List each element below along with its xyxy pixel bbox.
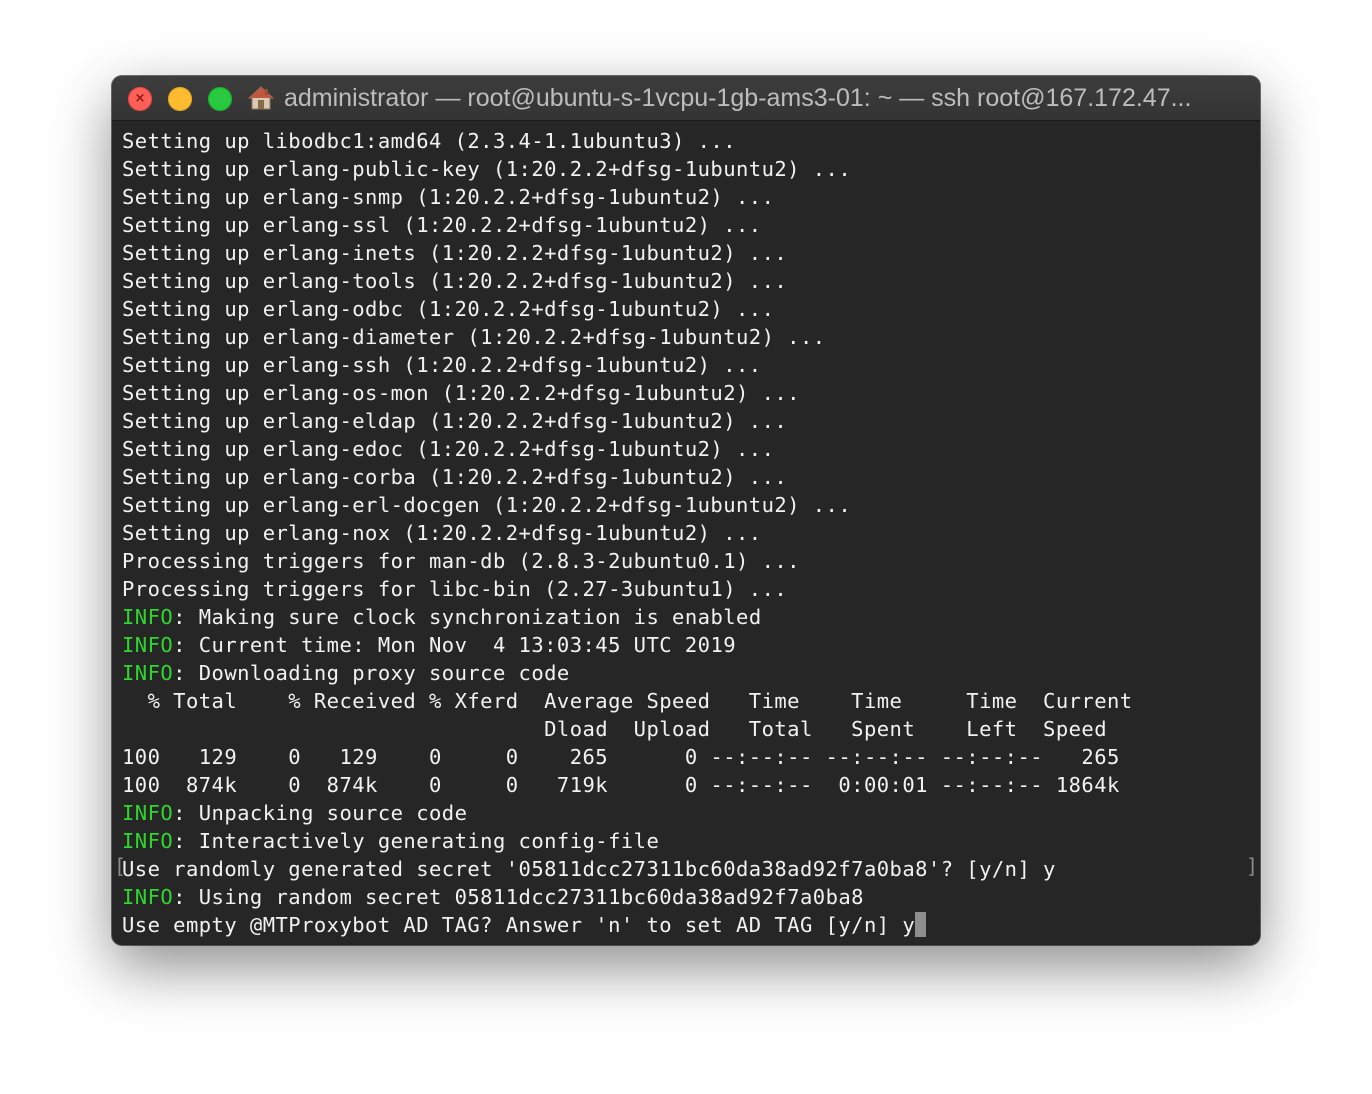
- terminal-line-text: : Making sure clock synchronization is e…: [173, 605, 762, 629]
- terminal-line: Setting up erlang-public-key (1:20.2.2+d…: [122, 155, 1260, 183]
- terminal-line: Setting up libodbc1:amd64 (2.3.4-1.1ubun…: [122, 127, 1260, 155]
- terminal-line: Setting up erlang-os-mon (1:20.2.2+dfsg-…: [122, 379, 1260, 407]
- maximize-button[interactable]: [208, 87, 232, 111]
- terminal-line: INFO: Using random secret 05811dcc27311b…: [122, 883, 1260, 911]
- terminal-line-text: Dload Upload Total Spent Left Speed: [122, 717, 1107, 741]
- info-tag: INFO: [122, 605, 174, 629]
- terminal-line-text: Use randomly generated secret '05811dcc2…: [122, 857, 1056, 881]
- terminal-line: 100 874k 0 874k 0 0 719k 0 --:--:-- 0:00…: [122, 771, 1260, 799]
- terminal-line: INFO: Current time: Mon Nov 4 13:03:45 U…: [122, 631, 1260, 659]
- terminal-line-text: Setting up erlang-inets (1:20.2.2+dfsg-1…: [122, 241, 788, 265]
- terminal-line-text: Setting up erlang-eldap (1:20.2.2+dfsg-1…: [122, 409, 788, 433]
- home-icon: [248, 86, 274, 110]
- terminal-line: Setting up erlang-erl-docgen (1:20.2.2+d…: [122, 491, 1260, 519]
- terminal-line-text: 100 874k 0 874k 0 0 719k 0 --:--:-- 0:00…: [122, 773, 1120, 797]
- terminal-line: Setting up erlang-corba (1:20.2.2+dfsg-1…: [122, 463, 1260, 491]
- terminal-line: Setting up erlang-tools (1:20.2.2+dfsg-1…: [122, 267, 1260, 295]
- selection-bracket-right: ]: [1245, 854, 1258, 878]
- terminal-line: Setting up erlang-odbc (1:20.2.2+dfsg-1u…: [122, 295, 1260, 323]
- info-tag: INFO: [122, 801, 174, 825]
- terminal-line-text: Setting up erlang-os-mon (1:20.2.2+dfsg-…: [122, 381, 800, 405]
- terminal-line-text: : Interactively generating config-file: [173, 829, 660, 853]
- terminal-line: Processing triggers for man-db (2.8.3-2u…: [122, 547, 1260, 575]
- terminal-line: INFO: Downloading proxy source code: [122, 659, 1260, 687]
- info-tag: INFO: [122, 661, 174, 685]
- terminal-line: Processing triggers for libc-bin (2.27-3…: [122, 575, 1260, 603]
- terminal-line-text: : Current time: Mon Nov 4 13:03:45 UTC 2…: [173, 633, 737, 657]
- info-tag: INFO: [122, 633, 174, 657]
- terminal-output[interactable]: Setting up libodbc1:amd64 (2.3.4-1.1ubun…: [112, 121, 1260, 945]
- terminal-line: Use randomly generated secret '05811dcc2…: [122, 855, 1260, 883]
- window-title-area: administrator — root@ubuntu-s-1vcpu-1gb-…: [248, 76, 1242, 120]
- terminal-line-text: Setting up erlang-erl-docgen (1:20.2.2+d…: [122, 493, 852, 517]
- terminal-line-text: Setting up erlang-odbc (1:20.2.2+dfsg-1u…: [122, 297, 775, 321]
- terminal-line: % Total % Received % Xferd Average Speed…: [122, 687, 1260, 715]
- terminal-line-text: : Using random secret 05811dcc27311bc60d…: [173, 885, 864, 909]
- terminal-line-text: % Total % Received % Xferd Average Speed…: [122, 689, 1133, 713]
- close-button[interactable]: ×: [128, 87, 152, 111]
- terminal-line: Setting up erlang-diameter (1:20.2.2+dfs…: [122, 323, 1260, 351]
- terminal-line: Setting up erlang-eldap (1:20.2.2+dfsg-1…: [122, 407, 1260, 435]
- terminal-line-text: Setting up erlang-nox (1:20.2.2+dfsg-1ub…: [122, 521, 762, 545]
- terminal-line: Setting up erlang-snmp (1:20.2.2+dfsg-1u…: [122, 183, 1260, 211]
- terminal-line: Setting up erlang-edoc (1:20.2.2+dfsg-1u…: [122, 435, 1260, 463]
- terminal-line: INFO: Making sure clock synchronization …: [122, 603, 1260, 631]
- terminal-line: 100 129 0 129 0 0 265 0 --:--:-- --:--:-…: [122, 743, 1260, 771]
- terminal-line-text: Processing triggers for man-db (2.8.3-2u…: [122, 549, 800, 573]
- terminal-line: Dload Upload Total Spent Left Speed: [122, 715, 1260, 743]
- terminal-line-text: Setting up erlang-ssl (1:20.2.2+dfsg-1ub…: [122, 213, 762, 237]
- terminal-line: INFO: Unpacking source code: [122, 799, 1260, 827]
- info-tag: INFO: [122, 829, 174, 853]
- terminal-line-text: Processing triggers for libc-bin (2.27-3…: [122, 577, 788, 601]
- terminal-line: Setting up erlang-inets (1:20.2.2+dfsg-1…: [122, 239, 1260, 267]
- terminal-line: INFO: Interactively generating config-fi…: [122, 827, 1260, 855]
- terminal-line-text: Setting up erlang-ssh (1:20.2.2+dfsg-1ub…: [122, 353, 762, 377]
- terminal-line-text: Setting up erlang-diameter (1:20.2.2+dfs…: [122, 325, 826, 349]
- terminal-line-text: Setting up libodbc1:amd64 (2.3.4-1.1ubun…: [122, 129, 737, 153]
- selection-bracket-left: [: [114, 854, 127, 878]
- text-cursor: [915, 912, 927, 937]
- terminal-line: Use empty @MTProxybot AD TAG? Answer 'n'…: [122, 911, 1260, 939]
- minimize-button[interactable]: [168, 87, 192, 111]
- terminal-line: Setting up erlang-ssl (1:20.2.2+dfsg-1ub…: [122, 211, 1260, 239]
- terminal-window: × administrator — root@ubuntu-s-1vcpu-1g…: [112, 76, 1260, 945]
- terminal-line-text: Setting up erlang-edoc (1:20.2.2+dfsg-1u…: [122, 437, 775, 461]
- info-tag: INFO: [122, 885, 174, 909]
- terminal-line-text: Setting up erlang-snmp (1:20.2.2+dfsg-1u…: [122, 185, 775, 209]
- close-icon: ×: [134, 91, 146, 106]
- terminal-line: Setting up erlang-nox (1:20.2.2+dfsg-1ub…: [122, 519, 1260, 547]
- terminal-line-text: Use empty @MTProxybot AD TAG? Answer 'n'…: [122, 913, 916, 937]
- terminal-line-text: 100 129 0 129 0 0 265 0 --:--:-- --:--:-…: [122, 745, 1120, 769]
- title-bar[interactable]: × administrator — root@ubuntu-s-1vcpu-1g…: [112, 76, 1260, 121]
- terminal-line-text: Setting up erlang-public-key (1:20.2.2+d…: [122, 157, 852, 181]
- terminal-line-text: Setting up erlang-tools (1:20.2.2+dfsg-1…: [122, 269, 788, 293]
- terminal-line-text: : Unpacking source code: [173, 801, 468, 825]
- terminal-line-text: Setting up erlang-corba (1:20.2.2+dfsg-1…: [122, 465, 788, 489]
- terminal-line: Setting up erlang-ssh (1:20.2.2+dfsg-1ub…: [122, 351, 1260, 379]
- terminal-line-text: : Downloading proxy source code: [173, 661, 570, 685]
- window-title: administrator — root@ubuntu-s-1vcpu-1gb-…: [284, 83, 1192, 112]
